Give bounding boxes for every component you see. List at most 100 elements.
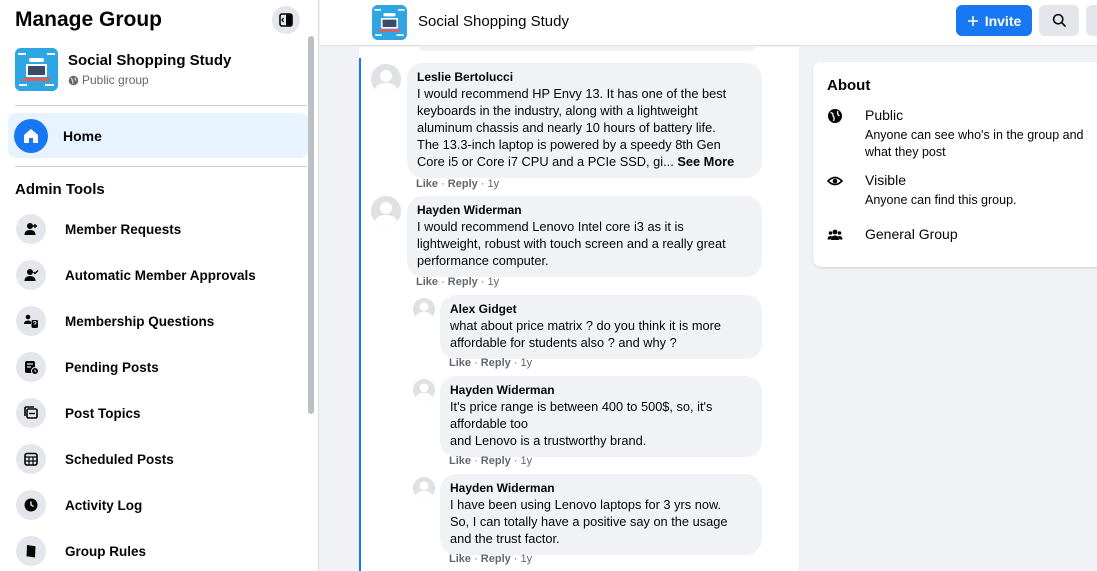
reply-link[interactable]: Reply — [481, 553, 511, 565]
about-visible-title: Visible — [865, 172, 906, 188]
sidebar-item-pending-posts[interactable]: Pending Posts — [8, 347, 308, 387]
reply-link[interactable]: Reply — [448, 276, 478, 288]
comment-line-last: Core i5 or Core i7 CPU and a PCIe SSD, g… — [417, 153, 751, 170]
group-topbar: Social Shopping Study Invite — [320, 0, 1097, 46]
group-thumbnail[interactable] — [15, 48, 58, 91]
previous-comment-bubble — [417, 47, 757, 51]
comment-author[interactable]: Hayden Widerman — [450, 481, 751, 496]
group-cover-image — [15, 48, 58, 91]
like-link[interactable]: Like — [449, 357, 471, 369]
comment-time[interactable]: 1y — [521, 553, 533, 565]
comment-time[interactable]: 1y — [488, 276, 500, 288]
reply-bubble: Hayden Widerman I have been using Lenovo… — [440, 474, 762, 555]
nav-icon-wrap — [16, 536, 46, 566]
home-icon — [24, 128, 38, 143]
globe-icon — [68, 75, 79, 85]
reply-bubble: Hayden Widerman It's price range is betw… — [440, 376, 762, 457]
sidebar-item-scheduled-posts[interactable]: Scheduled Posts — [8, 439, 308, 479]
comment-line: and Lenovo is a trustworthy brand. — [450, 433, 647, 448]
comment-time[interactable]: 1y — [521, 455, 533, 467]
comment-bubble: Leslie Bertolucci I would recommend HP E… — [407, 63, 762, 178]
about-public-description: Anyone can see who's in the group and wh… — [865, 128, 1084, 159]
sidebar-header: Manage Group — [0, 0, 318, 44]
comment-author[interactable]: Leslie Bertolucci — [417, 70, 751, 85]
collapse-sidebar-button[interactable] — [272, 6, 300, 34]
comment-bubble: Hayden Widerman I would recommend Lenovo… — [407, 196, 762, 277]
invite-button-label: Invite — [984, 12, 1022, 29]
clock-icon — [24, 498, 38, 512]
pending-posts-icon — [25, 361, 39, 375]
search-button[interactable] — [1039, 5, 1079, 36]
comment-time[interactable]: 1y — [488, 178, 500, 190]
reply-link[interactable]: Reply — [448, 178, 478, 190]
see-more-link[interactable]: See More — [677, 154, 734, 169]
invite-button[interactable]: Invite — [956, 5, 1032, 36]
sidebar-item-member-requests[interactable]: Member Requests — [8, 209, 308, 249]
comment-author[interactable]: Hayden Widerman — [450, 383, 751, 398]
comment-line: So, I can totally have a positive say on… — [450, 514, 728, 529]
nav-icon-wrap — [16, 260, 46, 290]
comment-actions: Like · Reply · 1y — [416, 276, 500, 288]
comment-actions: Like · Reply · 1y — [416, 178, 500, 190]
like-link[interactable]: Like — [416, 276, 438, 288]
like-link[interactable]: Like — [416, 178, 438, 190]
avatar[interactable] — [371, 64, 401, 94]
topbar-group-name[interactable]: Social Shopping Study — [418, 13, 569, 30]
sidebar-item-label: Post Topics — [65, 405, 141, 421]
home-icon-wrap — [14, 118, 48, 153]
comment-line: and the trust factor. — [450, 531, 560, 546]
about-visible-description: Anyone can find this group. — [865, 193, 1017, 207]
sidebar-item-group-rules[interactable]: Group Rules — [8, 531, 308, 571]
default-avatar-icon — [371, 64, 401, 94]
avatar[interactable] — [413, 477, 435, 499]
nav-icon-wrap — [16, 444, 46, 474]
comment-time[interactable]: 1y — [521, 357, 533, 369]
group-cover-image — [372, 5, 407, 40]
topbar-group-thumbnail[interactable] — [372, 5, 407, 40]
like-link[interactable]: Like — [449, 455, 471, 467]
comment-line: lightweight, robust with touch screen an… — [417, 236, 726, 251]
comment-line: Core i5 or Core i7 CPU and a PCIe SSD, g… — [417, 154, 674, 169]
comment-author[interactable]: Alex Gidget — [450, 302, 751, 317]
group-privacy-label: Public group — [82, 73, 149, 87]
post-topics-icon — [24, 406, 38, 419]
scheduled-posts-icon — [24, 452, 38, 466]
group-privacy: Public group — [68, 73, 149, 87]
sidebar-item-label: Automatic Member Approvals — [65, 267, 256, 283]
group-name[interactable]: Social Shopping Study — [68, 52, 231, 69]
default-avatar-icon — [371, 196, 401, 226]
comment-line: I have been using Lenovo laptops for 3 y… — [450, 497, 722, 512]
sidebar-item-automatic-member-approvals[interactable]: Automatic Member Approvals — [8, 255, 308, 295]
sidebar-scrollbar[interactable] — [308, 36, 314, 414]
sidebar-item-post-topics[interactable]: Post Topics — [8, 393, 308, 433]
avatar[interactable] — [413, 379, 435, 401]
comments-feed: Leslie Bertolucci I would recommend HP E… — [359, 47, 799, 571]
default-avatar-icon — [413, 298, 435, 320]
sidebar-divider — [15, 166, 307, 167]
sidebar-item-label: Pending Posts — [65, 359, 159, 375]
like-link[interactable]: Like — [449, 553, 471, 565]
avatar[interactable] — [371, 196, 401, 226]
sidebar-item-membership-questions[interactable]: Membership Questions — [8, 301, 308, 341]
app-window: Manage Group Social Shopping Study Publi… — [0, 0, 1097, 571]
comment-author[interactable]: Hayden Widerman — [417, 203, 751, 218]
more-options-button[interactable] — [1086, 5, 1097, 36]
avatar[interactable] — [413, 298, 435, 320]
group-members-icon — [827, 229, 843, 240]
default-avatar-icon — [413, 379, 435, 401]
about-heading: About — [827, 77, 871, 94]
about-card: About Public Anyone can see who's in the… — [813, 62, 1097, 267]
comment-actions: Like · Reply · 1y — [449, 357, 533, 369]
reply-link[interactable]: Reply — [481, 455, 511, 467]
comment-line: what about price matrix ? do you think i… — [450, 318, 721, 333]
comment-line: aluminum chassis and nearly 10 hours of … — [417, 120, 716, 135]
sidebar-item-home[interactable]: Home — [8, 113, 308, 158]
admin-tools-heading: Admin Tools — [15, 181, 105, 198]
nav-icon-wrap — [16, 352, 46, 382]
reply-link[interactable]: Reply — [481, 357, 511, 369]
member-requests-icon — [24, 223, 37, 235]
sidebar-item-home-label: Home — [63, 127, 102, 144]
sidebar-title: Manage Group — [15, 8, 163, 31]
nav-icon-wrap — [16, 398, 46, 428]
sidebar-item-activity-log[interactable]: Activity Log — [8, 485, 308, 525]
